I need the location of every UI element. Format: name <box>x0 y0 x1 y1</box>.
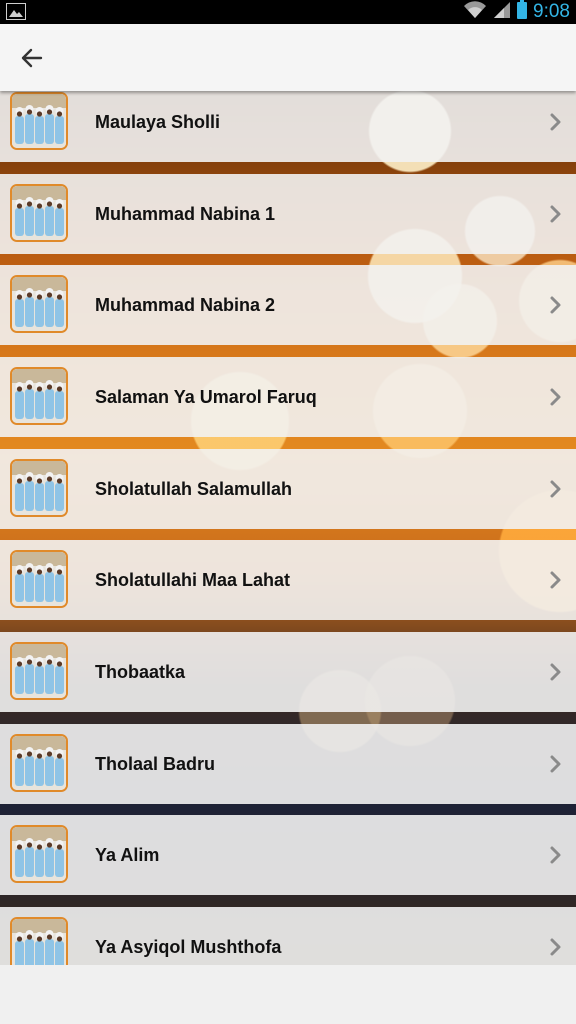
list-item-label: Sholatullahi Maa Lahat <box>95 570 291 590</box>
group-photo-thumbnail <box>10 917 68 965</box>
group-photo-thumbnail <box>10 825 68 883</box>
chevron-right-icon <box>548 660 564 684</box>
chevron-right-icon <box>548 202 564 226</box>
list-item-label: Ya Alim <box>95 845 160 865</box>
image-icon <box>6 3 26 20</box>
chevron-right-icon <box>548 935 564 959</box>
signal-icon <box>493 1 511 24</box>
list-item[interactable]: Maulaya Sholli <box>0 91 576 162</box>
group-photo-thumbnail <box>10 92 68 150</box>
song-list: Maulaya Sholli Muhammad Nabina 1 Muhamma… <box>0 91 576 965</box>
list-item[interactable]: Muhammad Nabina 2 <box>0 265 576 345</box>
list-item[interactable]: Sholatullahi Maa Lahat <box>0 540 576 620</box>
list-item-label: Tholaal Badru <box>95 754 216 774</box>
chevron-right-icon <box>548 843 564 867</box>
list-item-label: Salaman Ya Umarol Faruq <box>95 387 317 407</box>
chevron-right-icon <box>548 110 564 134</box>
list-item[interactable]: Thobaatka <box>0 632 576 712</box>
chevron-right-icon <box>548 568 564 592</box>
group-photo-thumbnail <box>10 550 68 608</box>
group-photo-thumbnail <box>10 734 68 792</box>
list-item-label: Sholatullah Salamullah <box>95 479 293 499</box>
group-photo-thumbnail <box>10 184 68 242</box>
list-item[interactable]: Salaman Ya Umarol Faruq <box>0 357 576 437</box>
list-item[interactable]: Ya Asyiqol Mushthofa <box>0 907 576 965</box>
list-item-label: Ya Asyiqol Mushthofa <box>95 937 282 957</box>
list-item[interactable]: Sholatullah Salamullah <box>0 449 576 529</box>
list-item-label: Thobaatka <box>95 662 186 682</box>
status-bar: 9:08 <box>0 0 576 24</box>
app-bar <box>0 24 576 91</box>
battery-icon <box>517 0 528 24</box>
chevron-right-icon <box>548 477 564 501</box>
group-photo-thumbnail <box>10 642 68 700</box>
list-item[interactable]: Muhammad Nabina 1 <box>0 174 576 254</box>
list-item[interactable]: Tholaal Badru <box>0 724 576 804</box>
back-button[interactable] <box>14 42 50 74</box>
group-photo-thumbnail <box>10 367 68 425</box>
list-item-label: Muhammad Nabina 2 <box>95 295 276 315</box>
group-photo-thumbnail <box>10 459 68 517</box>
bottom-blank-area <box>0 965 576 1024</box>
chevron-right-icon <box>548 752 564 776</box>
list-item-label: Muhammad Nabina 1 <box>95 204 276 224</box>
chevron-right-icon <box>548 293 564 317</box>
chevron-right-icon <box>548 385 564 409</box>
wifi-icon <box>463 0 487 24</box>
list-item[interactable]: Ya Alim <box>0 815 576 895</box>
list-item-label: Maulaya Sholli <box>95 112 221 132</box>
group-photo-thumbnail <box>10 275 68 333</box>
status-time: 9:08 <box>533 1 570 22</box>
arrow-left-icon <box>21 48 43 68</box>
